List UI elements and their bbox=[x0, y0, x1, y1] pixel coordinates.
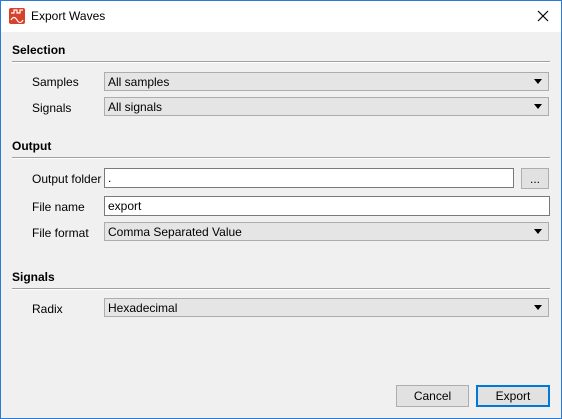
export-waves-dialog: Export Waves Selection Samples All sampl… bbox=[0, 0, 562, 419]
file-format-label: File format bbox=[32, 226, 89, 240]
app-icon bbox=[9, 8, 25, 24]
browse-folder-button[interactable]: ... bbox=[521, 168, 549, 189]
output-folder-label: Output folder bbox=[32, 172, 102, 186]
section-title-output: Output bbox=[12, 139, 52, 153]
radix-label: Radix bbox=[32, 302, 63, 316]
file-name-label: File name bbox=[32, 200, 85, 214]
section-divider bbox=[12, 288, 550, 290]
file-name-field[interactable] bbox=[104, 196, 550, 216]
radix-select[interactable]: Hexadecimal bbox=[104, 298, 549, 317]
section-divider bbox=[12, 61, 550, 63]
chevron-down-icon bbox=[534, 305, 542, 310]
output-folder-input[interactable] bbox=[105, 169, 513, 187]
title-bar: Export Waves bbox=[1, 1, 561, 32]
section-title-signals: Signals bbox=[12, 270, 55, 284]
window-title: Export Waves bbox=[31, 9, 106, 23]
section-title-selection: Selection bbox=[12, 43, 66, 57]
export-button[interactable]: Export bbox=[476, 385, 550, 407]
samples-label: Samples bbox=[32, 75, 79, 89]
file-format-select[interactable]: Comma Separated Value bbox=[104, 222, 549, 241]
samples-select[interactable]: All samples bbox=[104, 72, 549, 91]
output-folder-field[interactable] bbox=[104, 168, 514, 188]
signals-select[interactable]: All signals bbox=[104, 97, 549, 116]
signals-select-value: All signals bbox=[108, 100, 163, 114]
section-divider bbox=[12, 157, 550, 159]
close-button[interactable] bbox=[531, 5, 555, 27]
file-format-select-value: Comma Separated Value bbox=[108, 225, 242, 239]
chevron-down-icon bbox=[534, 229, 542, 234]
chevron-down-icon bbox=[534, 104, 542, 109]
chevron-down-icon bbox=[534, 79, 542, 84]
close-icon bbox=[537, 10, 549, 22]
signals-label: Signals bbox=[32, 101, 72, 115]
radix-select-value: Hexadecimal bbox=[108, 301, 178, 315]
samples-select-value: All samples bbox=[108, 75, 170, 89]
file-name-input[interactable] bbox=[105, 197, 549, 215]
cancel-button[interactable]: Cancel bbox=[396, 385, 469, 407]
